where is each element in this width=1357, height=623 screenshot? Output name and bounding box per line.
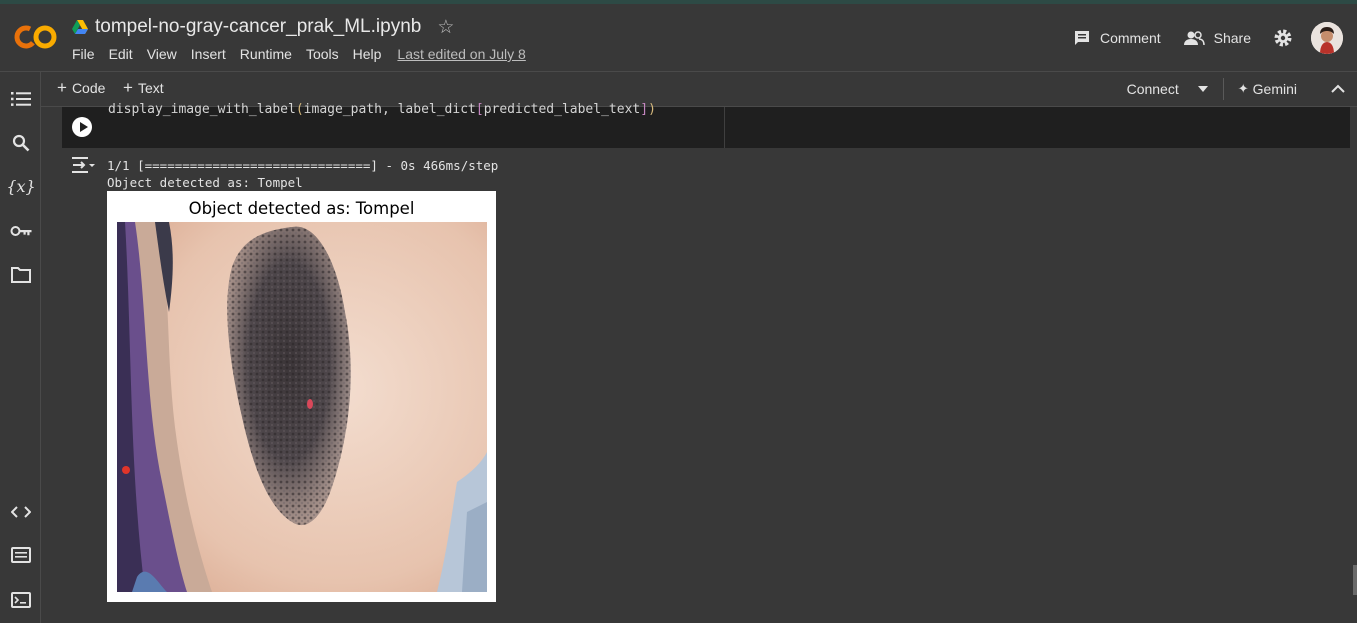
add-code-label: Code xyxy=(71,80,106,96)
menu-tools[interactable]: Tools xyxy=(306,46,339,62)
skin-lesion-image xyxy=(117,222,487,592)
share-label: Share xyxy=(1213,30,1251,46)
result-line: Object detected as: Tompel xyxy=(107,175,303,190)
collapse-chevron-up-icon[interactable] xyxy=(1331,84,1345,94)
add-text-label: Text xyxy=(137,80,164,96)
cell-divider xyxy=(724,107,725,148)
connect-button[interactable]: Connect xyxy=(1127,81,1179,97)
add-text-button[interactable]: + Text xyxy=(123,78,164,97)
toolbar-divider xyxy=(1222,78,1224,100)
menu-view[interactable]: View xyxy=(147,46,177,62)
colab-logo[interactable] xyxy=(14,22,58,52)
output-figure: Object detected as: Tompel xyxy=(107,191,496,602)
people-icon xyxy=(1183,31,1205,46)
comment-icon xyxy=(1074,31,1089,45)
menu-insert[interactable]: Insert xyxy=(191,46,226,62)
star-icon[interactable]: ☆ xyxy=(437,16,454,39)
progress-line: 1/1 [==============================] - 0… xyxy=(107,158,499,173)
gemini-sparkle-icon: ✦ xyxy=(1237,81,1249,96)
user-avatar[interactable] xyxy=(1311,22,1343,54)
secrets-key-icon[interactable] xyxy=(9,219,33,243)
code-paren: ( xyxy=(295,102,304,117)
terminal-icon[interactable] xyxy=(9,588,33,612)
code-cell[interactable]: display_image_with_label(image_path, lab… xyxy=(62,102,1350,148)
comment-button[interactable]: Comment xyxy=(1073,29,1161,47)
table-of-contents-icon[interactable] xyxy=(9,87,33,111)
variables-icon[interactable]: {x} xyxy=(6,174,35,198)
figure-title: Object detected as: Tompel xyxy=(188,199,415,218)
comment-label: Comment xyxy=(1099,30,1161,46)
run-cell-button[interactable] xyxy=(72,117,92,137)
code-line[interactable]: display_image_with_label(image_path, lab… xyxy=(108,102,656,117)
menu-runtime[interactable]: Runtime xyxy=(240,46,292,62)
code-paren: ) xyxy=(648,102,656,117)
cell-output-text: 1/1 [==============================] - 0… xyxy=(107,157,498,191)
menu-edit[interactable]: Edit xyxy=(109,46,133,62)
last-edited-link[interactable]: Last edited on July 8 xyxy=(397,46,525,62)
google-drive-icon[interactable] xyxy=(72,20,88,34)
files-folder-icon[interactable] xyxy=(9,263,33,287)
share-button[interactable]: Share xyxy=(1183,30,1251,46)
vertical-scrollbar[interactable] xyxy=(1353,565,1357,595)
code-function: display_image_with_label xyxy=(108,102,296,117)
add-code-button[interactable]: + Code xyxy=(57,78,106,97)
code-snippets-icon[interactable] xyxy=(9,500,33,524)
output-actions-icon[interactable] xyxy=(70,155,96,175)
notebook-title[interactable]: tompel-no-gray-cancer_prak_ML.ipynb xyxy=(95,16,421,38)
left-sidebar: {x} xyxy=(0,72,41,623)
code-args: image_path, label_dict xyxy=(303,102,476,117)
chevron-down-icon[interactable] xyxy=(1197,85,1209,93)
menu-bar: File Edit View Insert Runtime Tools Help… xyxy=(72,46,540,62)
plus-icon: + xyxy=(57,78,67,97)
gemini-button[interactable]: ✦ Gemini xyxy=(1238,81,1297,97)
command-palette-icon[interactable] xyxy=(9,543,33,567)
menu-help[interactable]: Help xyxy=(353,46,382,62)
settings-gear-icon[interactable] xyxy=(1273,28,1293,48)
code-bracket: ] xyxy=(640,102,649,117)
plus-icon: + xyxy=(123,78,133,97)
gemini-label: Gemini xyxy=(1252,81,1297,97)
menu-file[interactable]: File xyxy=(72,46,95,62)
code-bracket: [ xyxy=(475,102,484,117)
search-icon[interactable] xyxy=(9,131,33,155)
code-index: predicted_label_text xyxy=(483,102,641,117)
app-header: tompel-no-gray-cancer_prak_ML.ipynb ☆ Fi… xyxy=(0,4,1357,72)
